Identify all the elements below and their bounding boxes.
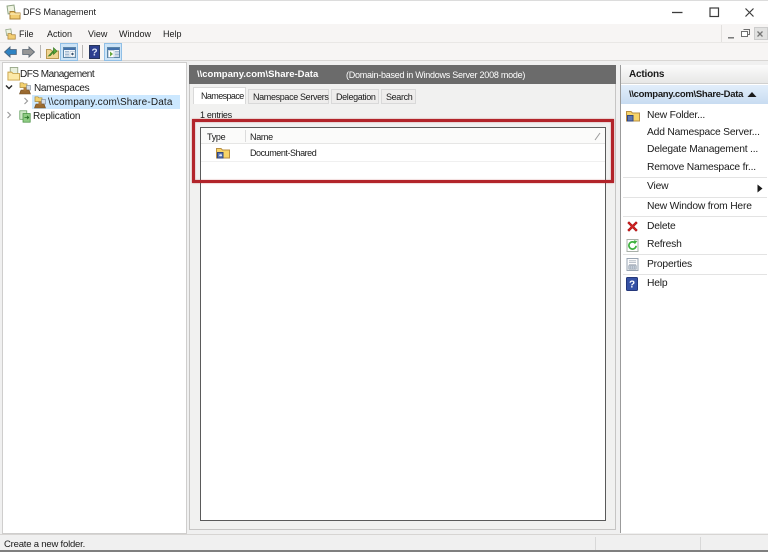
svg-text:?: ? — [629, 280, 635, 291]
svg-text:?: ? — [91, 48, 97, 59]
